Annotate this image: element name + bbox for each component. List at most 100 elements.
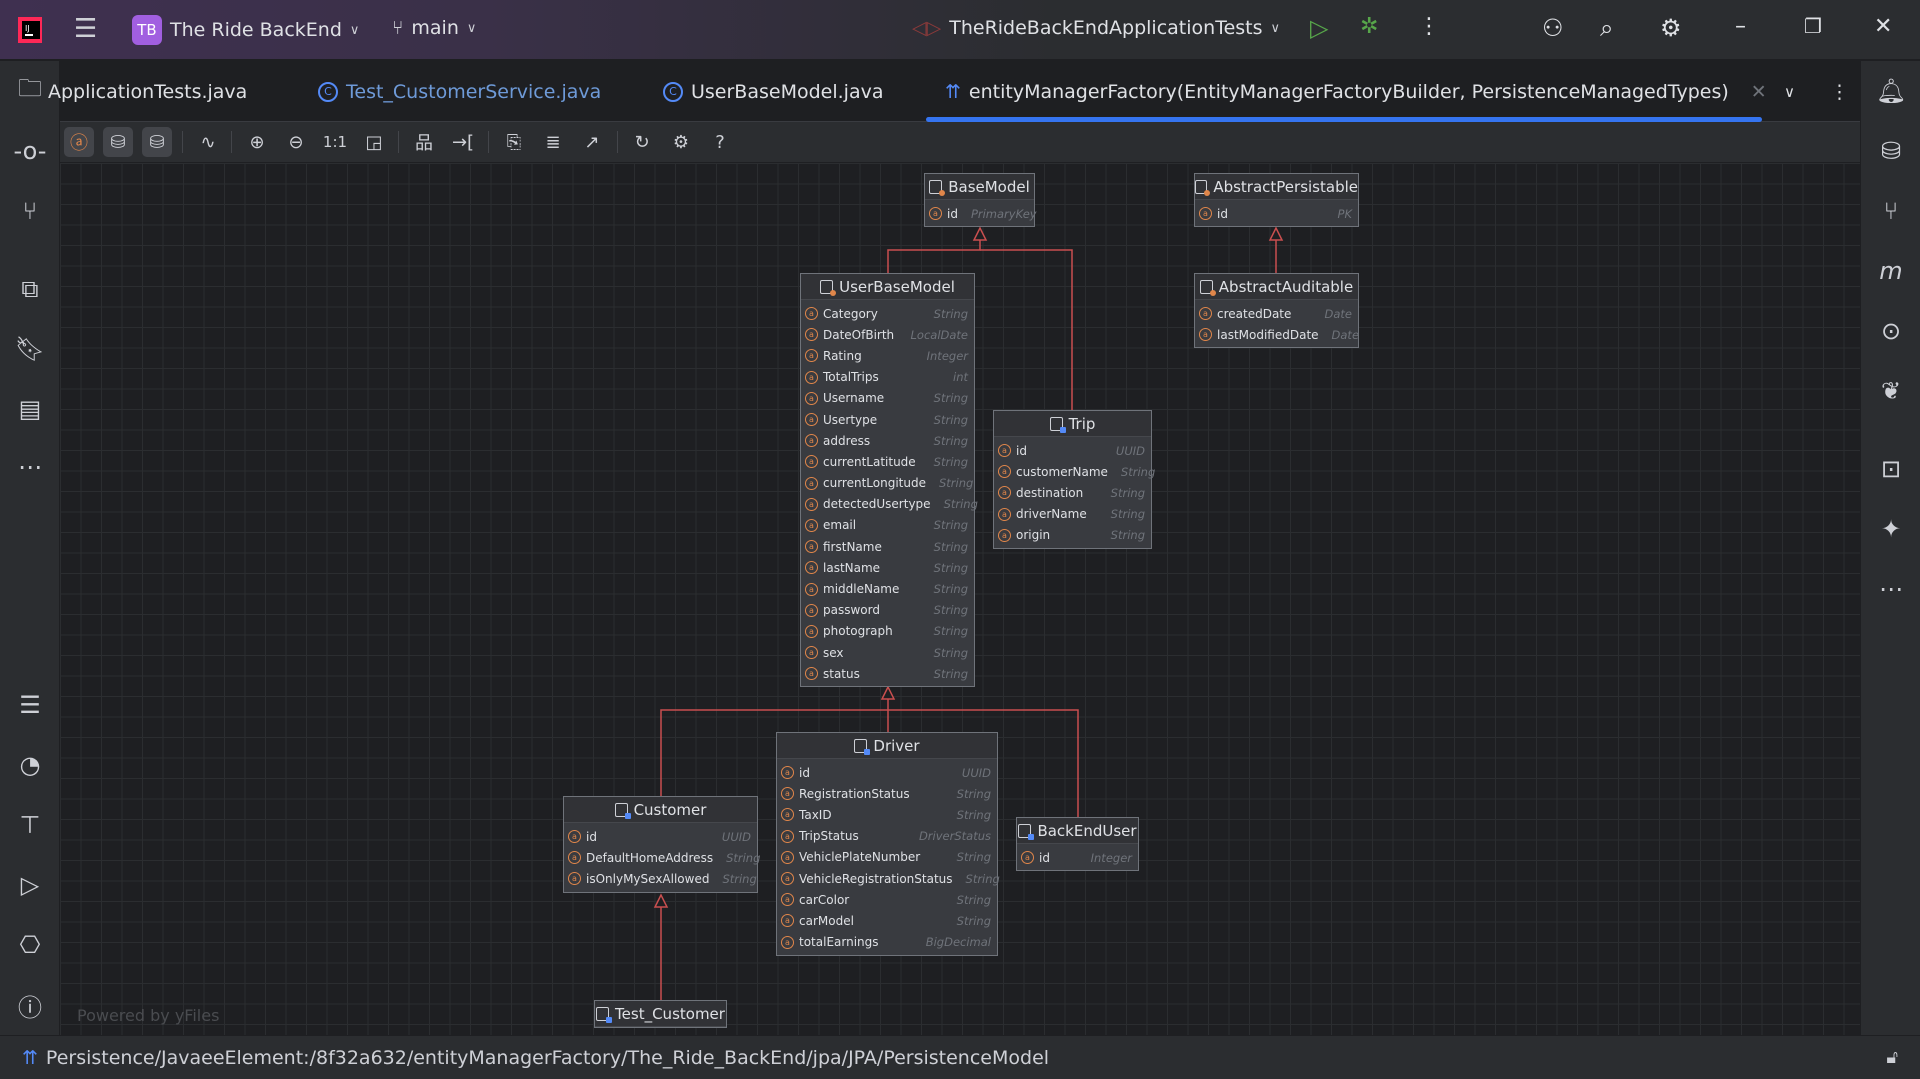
attribute-row[interactable]: a photograph String <box>805 621 968 642</box>
attribute-row[interactable]: a firstName String <box>805 536 968 557</box>
entity-node-abstractauditable[interactable]: AbstractAuditable a createdDate Date a lastMo… <box>1194 273 1359 349</box>
tab-user-base-model[interactable]: C UserBaseModel.java <box>663 61 883 122</box>
actual-size-button[interactable]: 1:1 <box>320 127 350 157</box>
attribute-row[interactable]: a destination String <box>998 482 1145 503</box>
attribute-row[interactable]: a TaxID String <box>781 804 991 825</box>
entity-node-abstractpersistable[interactable]: AbstractPersistable a id PK <box>1194 173 1359 228</box>
entity-node-customer[interactable]: Customer a id UUID a DefaultHomeAddress String… <box>563 796 760 893</box>
attribute-row[interactable]: a Username String <box>805 388 968 409</box>
notifications-bell-icon[interactable]: 🔔︎ <box>1861 71 1920 111</box>
attribute-row[interactable]: a driverName String <box>998 504 1145 525</box>
attribute-row[interactable]: a id UUID <box>781 762 991 783</box>
entity-node-driver[interactable]: Driver a id UUID a RegistrationStatus String a T… <box>776 732 1000 956</box>
attribute-row[interactable]: a RegistrationStatus String <box>781 783 991 804</box>
attribute-row[interactable]: a id UUID <box>998 440 1145 461</box>
attribute-row[interactable]: a middleName String <box>805 578 968 599</box>
show-entities-icon[interactable]: ⛁ <box>103 127 133 157</box>
layout-hierarchy-icon[interactable]: 品 <box>409 127 439 157</box>
attribute-row[interactable]: a createdDate Date <box>1199 303 1352 324</box>
attribute-row[interactable]: a carColor String <box>781 889 991 910</box>
attribute-row[interactable]: a customerName String <box>998 461 1155 482</box>
more-tools-icon[interactable]: ⋯ <box>0 447 60 487</box>
run-config-selector[interactable]: ◁▷ TheRideBackEndApplicationTests ∨ <box>912 17 1280 39</box>
close-window-button[interactable]: ✕ <box>1874 14 1892 39</box>
add-user-icon[interactable]: ⚇ <box>1542 14 1564 42</box>
entity-node-trip[interactable]: Trip a id UUID a customerName String a destinati… <box>993 410 1155 549</box>
tab-list-dropdown-icon[interactable]: ∨ <box>1784 61 1795 122</box>
help-button[interactable]: ? <box>705 127 735 157</box>
todo-list-icon[interactable]: ☰ <box>0 685 60 725</box>
attribute-row[interactable]: a id PK <box>1199 203 1352 224</box>
breadcrumb-path[interactable]: Persistence/JavaeeElement:/8f32a632/enti… <box>46 1047 1049 1069</box>
run-icon[interactable]: ▷ <box>0 865 60 905</box>
attribute-row[interactable]: a sex String <box>805 642 968 663</box>
settings-gear-icon[interactable]: ⚙ <box>1660 14 1682 42</box>
diagram-settings-gear-icon[interactable]: ⚙ <box>666 127 696 157</box>
entity-node-backenduser[interactable]: BackEndUser a id Integer <box>1016 817 1139 872</box>
debug-bug-icon[interactable]: ✲ <box>1360 14 1378 39</box>
attribute-row[interactable]: a address String <box>805 430 968 451</box>
restore-button[interactable]: ❐ <box>1804 14 1822 38</box>
profiler-icon[interactable]: ◔ <box>0 745 60 785</box>
spring-leaf-icon[interactable]: ❦ <box>1861 371 1920 411</box>
project-selector[interactable]: TB The Ride BackEnd ∨ <box>132 15 359 45</box>
attribute-row[interactable]: a TotalTrips int <box>805 367 968 388</box>
problems-icon[interactable]: ⓘ <box>0 985 60 1025</box>
persistence-icon[interactable]: ▤ <box>0 389 60 429</box>
entity-node-userbasemodel[interactable]: UserBaseModel a Category String a DateOfBirth… <box>800 273 978 688</box>
attribute-row[interactable]: a origin String <box>998 525 1145 546</box>
attribute-row[interactable]: a VehicleRegistrationStatus String <box>781 868 1000 889</box>
branch-selector[interactable]: ⑂ main ∨ <box>392 17 476 39</box>
refresh-icon[interactable]: ↻ <box>627 127 657 157</box>
copy-diagram-icon[interactable]: ⎘ <box>499 127 529 157</box>
tab-entity-manager-factory[interactable]: ⇈ entityManagerFactory(EntityManagerFacto… <box>945 61 1767 122</box>
attribute-row[interactable]: a password String <box>805 600 968 621</box>
edge-routing-icon[interactable]: ∿ <box>193 127 223 157</box>
pull-requests-icon[interactable]: ⑂ <box>0 191 60 231</box>
entity-node-basemodel[interactable]: BaseModel a id PrimaryKey <box>924 173 1037 228</box>
terminal-icon[interactable]: ⊡ <box>1861 449 1920 489</box>
attribute-row[interactable]: a lastModifiedDate Date <box>1199 324 1359 345</box>
show-attributes-icon[interactable]: ⓐ <box>64 127 94 157</box>
ai-assistant-icon[interactable]: ✦ <box>1861 509 1920 549</box>
run-button[interactable]: ▷ <box>1310 14 1328 42</box>
attribute-row[interactable]: a DefaultHomeAddress String <box>568 847 760 868</box>
attribute-row[interactable]: a Category String <box>805 303 968 324</box>
git-branch-icon[interactable]: ⑂ <box>1861 191 1920 231</box>
attribute-row[interactable]: a id UUID <box>568 826 751 847</box>
attribute-row[interactable]: a currentLatitude String <box>805 451 968 472</box>
fit-content-icon[interactable]: ◲ <box>359 127 389 157</box>
attribute-row[interactable]: a detectedUsertype String <box>805 494 978 515</box>
attribute-row[interactable]: a carModel String <box>781 910 991 931</box>
maven-icon[interactable]: m <box>1861 251 1920 291</box>
attribute-row[interactable]: a status String <box>805 663 968 684</box>
database-icon[interactable]: ⛁ <box>1861 131 1920 171</box>
attribute-row[interactable]: a email String <box>805 515 968 536</box>
main-menu-icon[interactable]: ☰ <box>74 14 97 44</box>
attribute-row[interactable]: a id PrimaryKey <box>929 203 1037 224</box>
edge-userbasemodel-basemodel[interactable] <box>887 240 981 273</box>
minimize-button[interactable]: – <box>1735 14 1746 39</box>
more-tools-icon[interactable]: ⋯ <box>1861 569 1920 609</box>
tab-more-icon[interactable]: ⋮ <box>1830 61 1849 122</box>
attribute-row[interactable]: a totalEarnings BigDecimal <box>781 932 991 953</box>
tab-test-customer-service[interactable]: C Test_CustomerService.java <box>318 61 601 122</box>
export-text-icon[interactable]: ≣ <box>538 127 568 157</box>
commit-icon[interactable]: -o- <box>0 131 60 171</box>
endpoints-icon[interactable]: ⊙ <box>1861 311 1920 351</box>
intellij-logo-icon[interactable]: IJ <box>16 15 44 45</box>
zoom-in-icon[interactable]: ⊕ <box>242 127 272 157</box>
zoom-out-icon[interactable]: ⊖ <box>281 127 311 157</box>
attribute-row[interactable]: a TripStatus DriverStatus <box>781 826 991 847</box>
entity-node-test_customer[interactable]: Test_Customer <box>594 1000 727 1028</box>
attribute-row[interactable]: a Usertype String <box>805 409 968 430</box>
more-actions-icon[interactable]: ⋮ <box>1418 14 1440 39</box>
attribute-row[interactable]: a currentLongitude String <box>805 473 973 494</box>
read-only-lock-icon[interactable]: 🔓︎ <box>1886 1047 1898 1068</box>
diagram-canvas[interactable]: Powered by yFiles BaseModel a id PrimaryKey… <box>60 163 1860 1035</box>
export-to-file-icon[interactable]: ↗ <box>577 127 607 157</box>
attribute-row[interactable]: a DateOfBirth LocalDate <box>805 324 968 345</box>
structure-icon[interactable]: ⧉ <box>0 269 60 309</box>
bookmarks-icon[interactable]: 🔖︎ <box>0 329 60 369</box>
attribute-row[interactable]: a lastName String <box>805 557 968 578</box>
